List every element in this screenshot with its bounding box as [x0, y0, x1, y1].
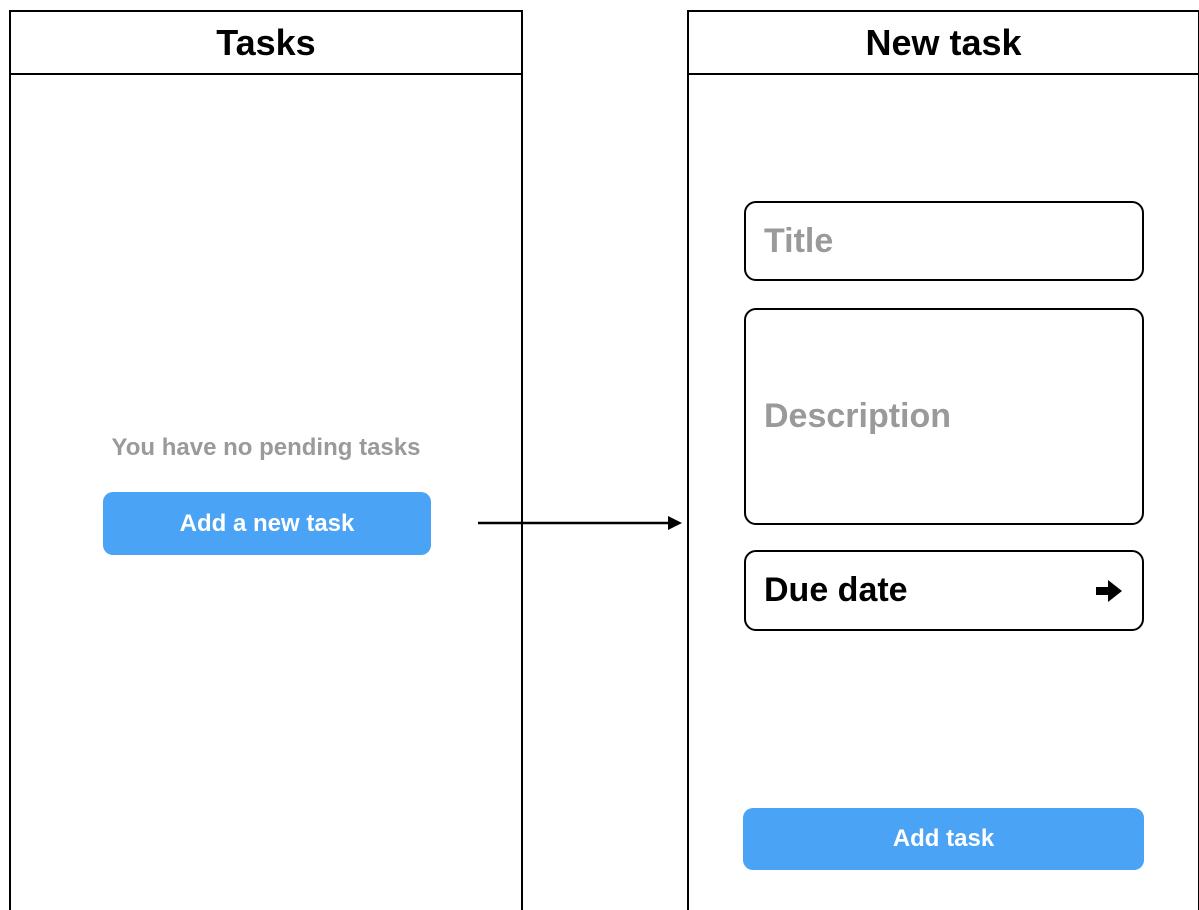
due-date-label: Due date — [764, 571, 908, 609]
right-arrow-icon — [1096, 579, 1122, 602]
new-task-screen-title: New task — [689, 12, 1198, 75]
description-placeholder: Description — [764, 397, 952, 435]
tasks-screen: Tasks You have no pending tasks Add a ne… — [9, 10, 523, 910]
title-input[interactable]: Title — [744, 201, 1144, 281]
add-task-button[interactable]: Add task — [743, 808, 1144, 870]
title-placeholder: Title — [764, 221, 834, 260]
empty-state-message: You have no pending tasks — [111, 434, 421, 461]
flow-arrow — [478, 516, 682, 530]
new-task-screen: New task Title Description Due date Add … — [687, 10, 1199, 910]
add-new-task-button[interactable]: Add a new task — [103, 492, 431, 555]
due-date-selector[interactable]: Due date — [744, 550, 1144, 631]
tasks-screen-title: Tasks — [11, 12, 521, 75]
description-input[interactable]: Description — [744, 308, 1144, 525]
